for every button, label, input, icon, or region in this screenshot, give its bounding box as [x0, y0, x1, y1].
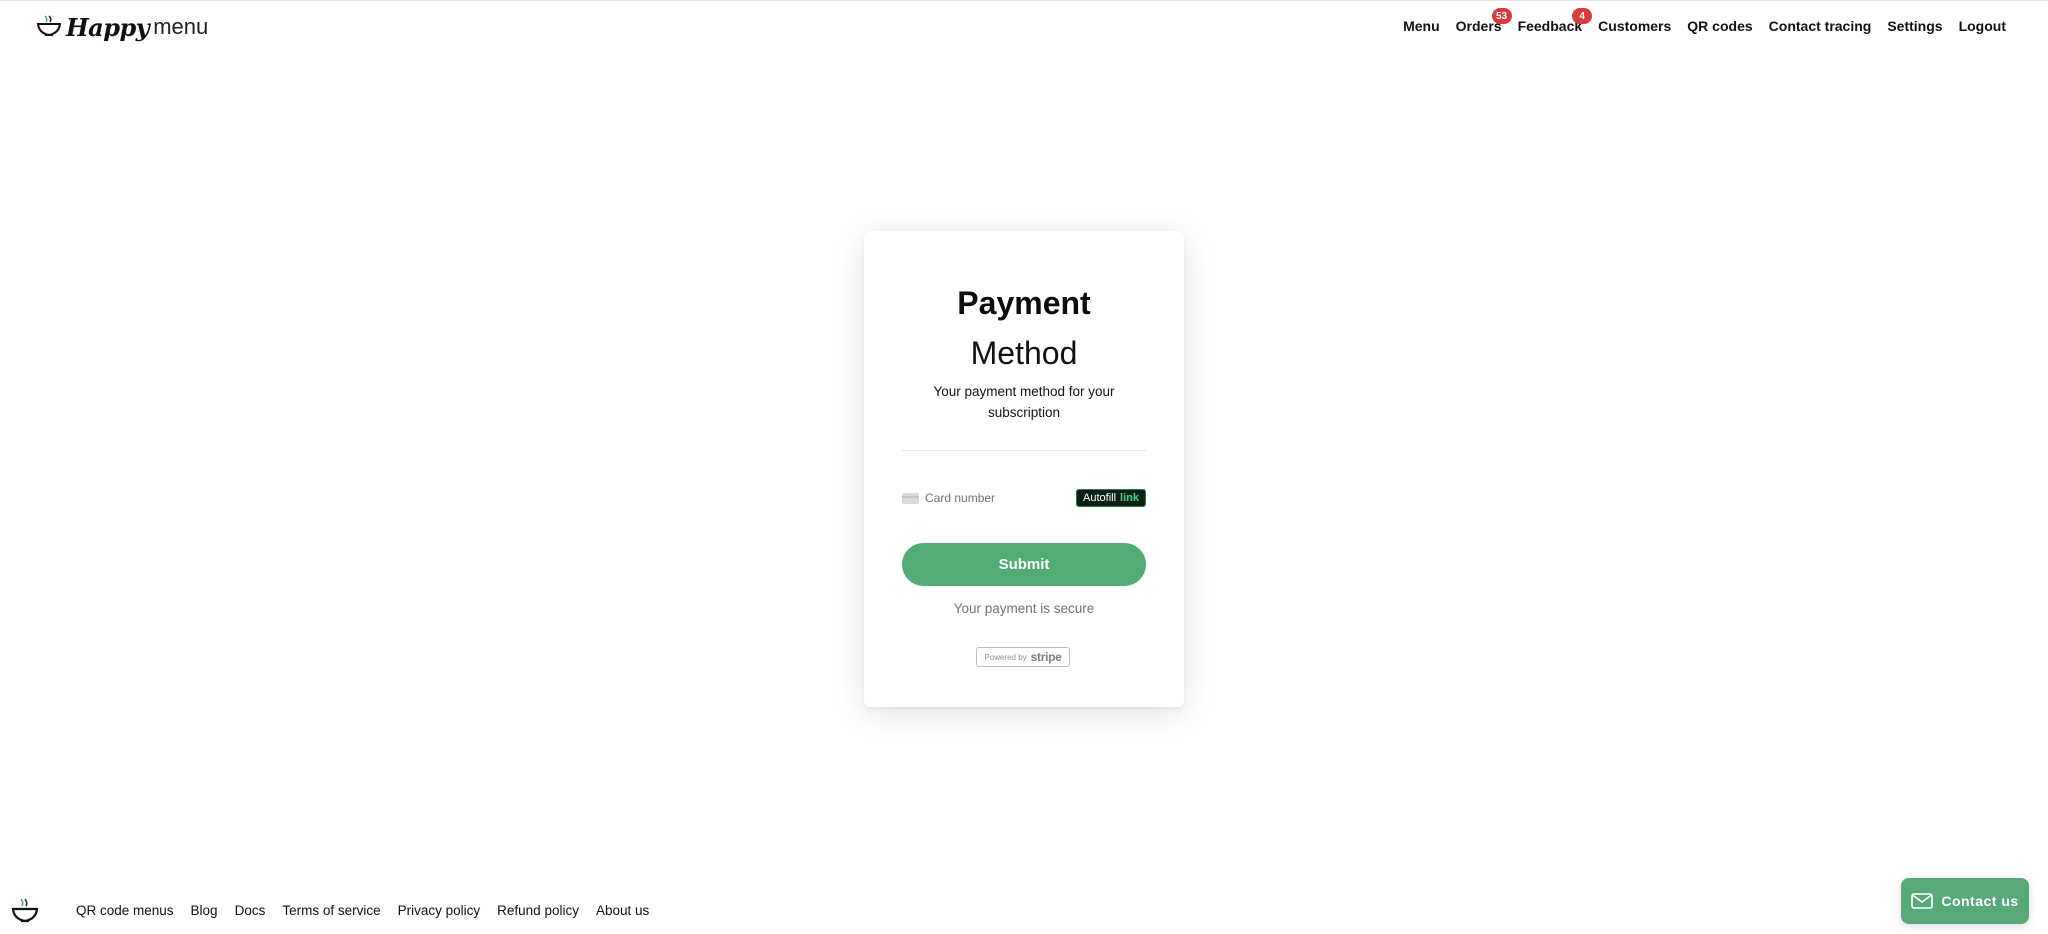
nav-orders[interactable]: Orders 53	[1456, 8, 1512, 34]
footer-link-privacy[interactable]: Privacy policy	[398, 903, 481, 918]
nav-qr-codes[interactable]: QR codes	[1687, 18, 1752, 34]
header: Happy menu Menu Orders 53 Feedback 4 Custo…	[0, 0, 2048, 56]
bowl-logo-icon[interactable]	[11, 897, 39, 925]
footer-link-docs[interactable]: Docs	[235, 903, 266, 918]
bowl-logo-icon	[36, 15, 62, 37]
submit-button[interactable]: Submit	[902, 543, 1146, 586]
footer-link-about[interactable]: About us	[596, 903, 649, 918]
credit-card-icon	[902, 492, 919, 504]
card-number-input[interactable]	[925, 491, 1055, 505]
nav-logout-label: Logout	[1958, 18, 2006, 34]
payment-card: Payment Method Your payment method for y…	[864, 231, 1184, 707]
feedback-count-badge: 4	[1572, 8, 1593, 24]
footer-link-qr-code-menus[interactable]: QR code menus	[76, 903, 174, 918]
autofill-label: Autofill	[1083, 492, 1117, 504]
nav-contact-tracing-label: Contact tracing	[1768, 18, 1872, 34]
nav-customers[interactable]: Customers	[1598, 18, 1671, 34]
nav-menu-label: Menu	[1403, 18, 1440, 34]
nav-settings[interactable]: Settings	[1887, 18, 1942, 34]
envelope-icon	[1911, 893, 1934, 909]
footer-links: QR code menus Blog Docs Terms of service…	[76, 903, 649, 918]
logo[interactable]: Happy menu	[36, 10, 208, 44]
footer-link-blog[interactable]: Blog	[191, 903, 218, 918]
logo-brand-light: menu	[153, 14, 209, 39]
powered-by-stripe-badge[interactable]: Powered by stripe	[976, 647, 1070, 667]
nav-menu[interactable]: Menu	[1403, 18, 1440, 34]
payment-subtitle: Your payment method for your subscriptio…	[933, 384, 1115, 420]
footer-link-refund[interactable]: Refund policy	[497, 903, 579, 918]
powered-by-label: Powered by	[984, 652, 1027, 662]
autofill-link-button[interactable]: Autofill link	[1076, 489, 1146, 507]
payment-title-secondary: Method	[970, 335, 1078, 371]
logo-brand-bold: Happy	[66, 12, 150, 42]
nav-customers-label: Customers	[1598, 18, 1672, 34]
footer-link-terms[interactable]: Terms of service	[282, 903, 380, 918]
nav-qr-codes-label: QR codes	[1687, 18, 1753, 34]
card-number-field[interactable]: Autofill link	[902, 487, 1146, 509]
orders-count-badge: 53	[1491, 8, 1512, 24]
nav-feedback[interactable]: Feedback 4	[1518, 8, 1593, 34]
nav-logout[interactable]: Logout	[1959, 18, 2006, 34]
divider	[902, 450, 1146, 451]
stripe-logo: stripe	[1030, 650, 1062, 664]
payment-title: Payment	[957, 285, 1091, 321]
main-nav: Menu Orders 53 Feedback 4 Customers QR cod…	[1403, 8, 2006, 34]
nav-contact-tracing[interactable]: Contact tracing	[1769, 18, 1872, 34]
contact-us-button[interactable]: Contact us	[1901, 878, 2029, 924]
link-logo: link	[1120, 492, 1139, 504]
nav-settings-label: Settings	[1887, 18, 1943, 34]
secure-payment-text: Your payment is secure	[953, 601, 1095, 616]
contact-us-label: Contact us	[1941, 893, 2019, 909]
